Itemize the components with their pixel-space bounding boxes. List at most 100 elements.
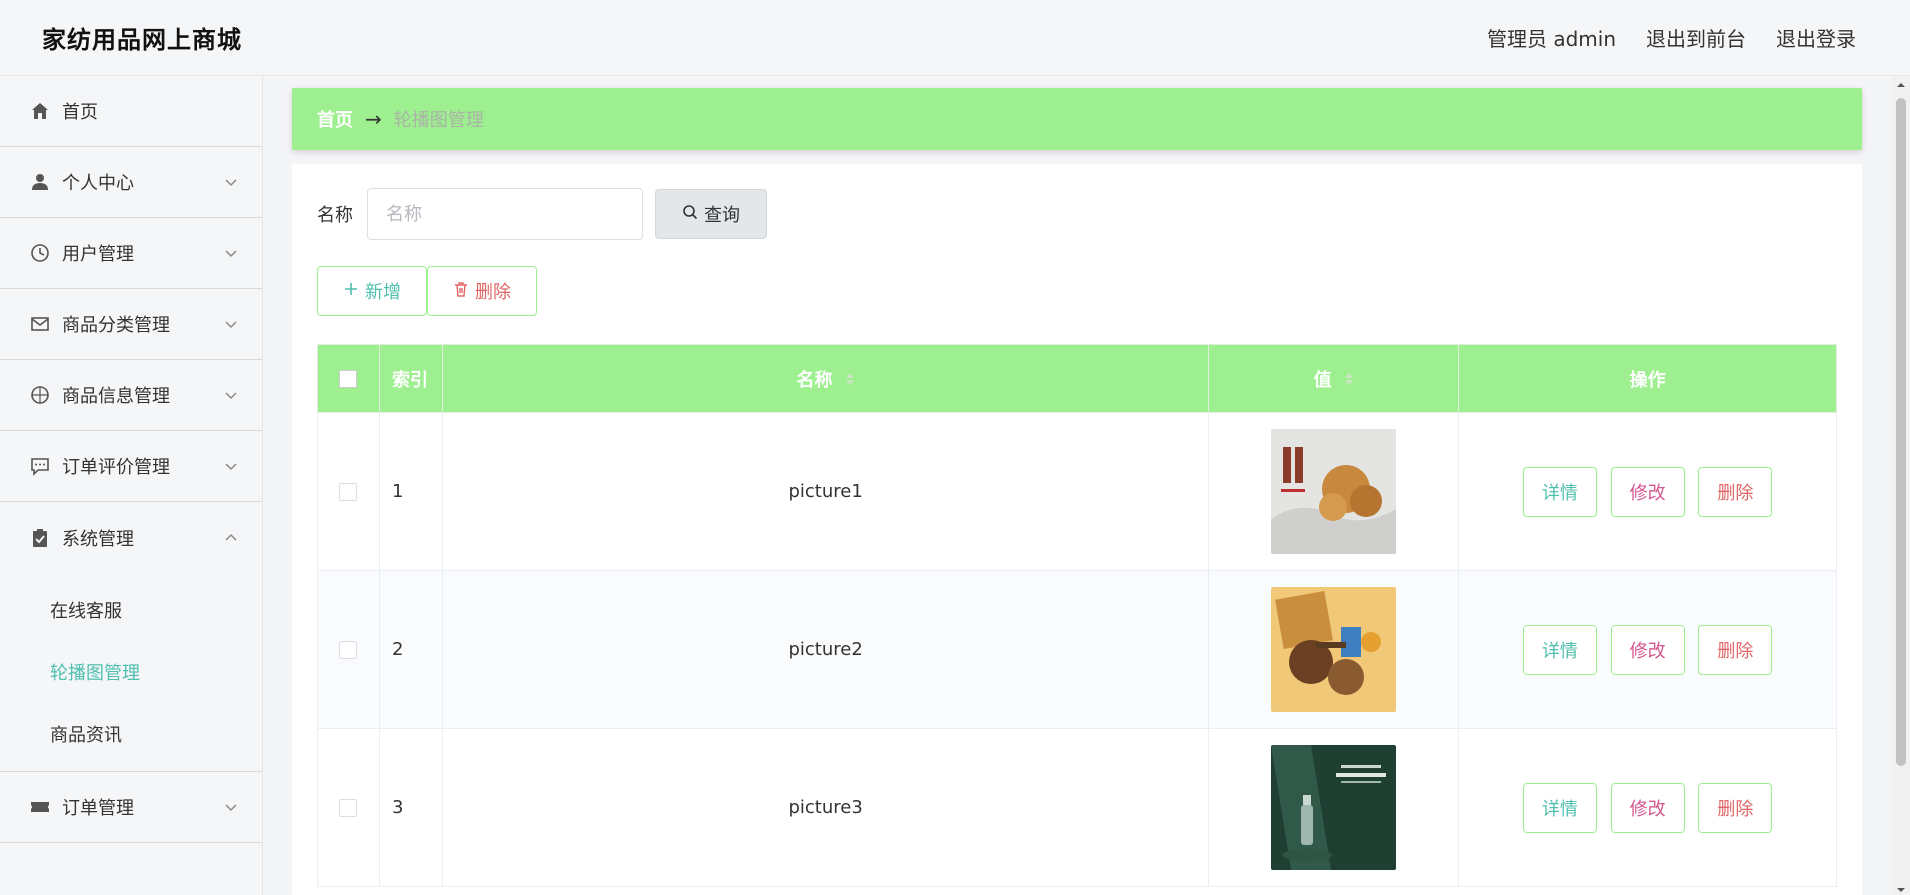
header-actions: 管理员 admin 退出到前台 退出登录 — [1487, 23, 1856, 52]
sidebar-item-personal-center[interactable]: 个人中心 — [0, 147, 262, 218]
search-button[interactable]: 查询 — [655, 189, 767, 239]
sidebar-subitem-news[interactable]: 商品资讯 — [0, 703, 262, 765]
add-button-label: 新增 — [365, 282, 401, 303]
header-name-label: 名称 — [796, 369, 833, 391]
logout-link[interactable]: 退出登录 — [1776, 23, 1856, 52]
delete-button[interactable]: 删除 — [1698, 782, 1773, 833]
batch-delete-button[interactable]: 删除 — [427, 266, 537, 316]
row-actions: 详情 修改 删除 — [1458, 570, 1837, 729]
row-actions: 详情 修改 删除 — [1458, 412, 1837, 571]
sidebar-item-order-management[interactable]: 订单管理 — [0, 772, 262, 843]
select-all-checkbox[interactable] — [339, 370, 358, 388]
top-header: 家纺用品网上商城 管理员 admin 退出到前台 退出登录 — [0, 0, 1910, 76]
trash-icon — [453, 281, 469, 302]
clipboard-icon — [30, 528, 50, 548]
row-checkbox[interactable] — [339, 641, 358, 659]
sidebar-subitem-online-service[interactable]: 在线客服 — [0, 579, 262, 641]
compass-icon — [30, 385, 50, 405]
sidebar-subitem-carousel[interactable]: 轮播图管理 — [0, 641, 262, 703]
sidebar-item-label: 商品信息管理 — [62, 386, 170, 407]
clock-icon — [30, 243, 50, 263]
sidebar-item-label: 订单评价管理 — [62, 457, 170, 478]
user-icon — [30, 172, 50, 192]
row-name: picture3 — [441, 728, 1210, 887]
name-search-input[interactable] — [367, 188, 643, 240]
sidebar-item-label: 订单管理 — [62, 798, 134, 819]
detail-button[interactable]: 详情 — [1522, 466, 1597, 517]
sort-icon[interactable] — [845, 370, 855, 391]
sidebar-item-home[interactable]: 首页 — [0, 76, 262, 147]
scroll-up-icon[interactable] — [1895, 76, 1907, 88]
table-header-row: 索引 名称 值 操作 — [317, 344, 1837, 413]
chevron-down-icon — [224, 800, 238, 814]
sidebar-item-category-management[interactable]: 商品分类管理 — [0, 289, 262, 360]
carousel-table: 索引 名称 值 操作 1 picture1 详情 修改 删除 2 picture… — [317, 344, 1837, 887]
edit-button[interactable]: 修改 — [1610, 782, 1685, 833]
chat-icon — [30, 456, 50, 476]
row-check-cell — [317, 412, 380, 571]
chevron-down-icon — [224, 388, 238, 402]
admin-user-label[interactable]: 管理员 admin — [1487, 23, 1616, 52]
chevron-up-icon — [224, 531, 238, 545]
sidebar-item-label: 系统管理 — [62, 528, 134, 550]
delete-button[interactable]: 删除 — [1698, 466, 1773, 517]
row-index: 3 — [378, 728, 443, 887]
breadcrumb-current: 轮播图管理 — [393, 110, 484, 131]
header-select-all[interactable] — [317, 344, 380, 413]
row-check-cell — [317, 728, 380, 887]
search-label: 名称 — [317, 205, 353, 226]
plus-icon — [343, 281, 359, 302]
breadcrumb: 首页 → 轮播图管理 — [292, 88, 1862, 150]
sidebar-item-label: 用户管理 — [62, 244, 134, 265]
row-value-cell — [1208, 570, 1460, 729]
detail-button[interactable]: 详情 — [1522, 624, 1597, 675]
chevron-down-icon — [224, 175, 238, 189]
scrollbar-thumb[interactable] — [1896, 98, 1906, 766]
row-checkbox[interactable] — [339, 799, 358, 817]
header-index: 索引 — [378, 344, 443, 413]
breadcrumb-arrow-icon: → — [365, 107, 382, 131]
mail-icon — [30, 314, 50, 334]
add-button[interactable]: 新增 — [317, 266, 427, 316]
edit-button[interactable]: 修改 — [1610, 624, 1685, 675]
row-actions: 详情 修改 删除 — [1458, 728, 1837, 887]
sidebar-item-user-management[interactable]: 用户管理 — [0, 218, 262, 289]
scroll-down-icon[interactable] — [1895, 881, 1907, 893]
row-name: picture2 — [441, 570, 1210, 729]
action-row: 新增 删除 — [317, 266, 1837, 316]
row-value-cell — [1208, 728, 1460, 887]
header-ops: 操作 — [1458, 344, 1837, 413]
site-brand: 家纺用品网上商城 — [42, 26, 242, 54]
detail-button[interactable]: 详情 — [1522, 782, 1597, 833]
header-value-label: 值 — [1313, 369, 1332, 391]
sidebar-item-system-management[interactable]: 系统管理 — [0, 502, 262, 573]
sidebar-item-order-review[interactable]: 订单评价管理 — [0, 431, 262, 502]
snack-banner-image[interactable] — [1271, 587, 1397, 712]
table-row: 1 picture1 详情 修改 删除 — [317, 412, 1837, 571]
chevron-down-icon — [224, 317, 238, 331]
exit-to-front-link[interactable]: 退出到前台 — [1646, 23, 1746, 52]
row-value-cell — [1208, 412, 1460, 571]
breadcrumb-home-link[interactable]: 首页 — [317, 106, 353, 132]
row-checkbox[interactable] — [339, 483, 358, 501]
chevron-down-icon — [224, 246, 238, 260]
cosmetic-banner-image[interactable] — [1271, 745, 1397, 870]
table-row: 3 picture3 详情 修改 删除 — [317, 728, 1837, 887]
sort-icon[interactable] — [1344, 370, 1354, 391]
search-row: 名称 查询 — [317, 188, 1837, 240]
row-name: picture1 — [441, 412, 1210, 571]
main-area: 首页 → 轮播图管理 名称 查询 新增 — [292, 88, 1862, 895]
edit-button[interactable]: 修改 — [1610, 466, 1685, 517]
row-check-cell — [317, 570, 380, 729]
header-name[interactable]: 名称 — [441, 344, 1210, 413]
sidebar-item-label: 首页 — [62, 102, 98, 123]
sidebar-item-product-info[interactable]: 商品信息管理 — [0, 360, 262, 431]
chevron-down-icon — [224, 459, 238, 473]
page-scrollbar[interactable] — [1892, 76, 1910, 895]
walnut-banner-image[interactable] — [1271, 429, 1397, 554]
delete-button-label: 删除 — [475, 282, 511, 303]
content-panel: 名称 查询 新增 删除 — [292, 164, 1862, 895]
header-value[interactable]: 值 — [1208, 344, 1460, 413]
delete-button[interactable]: 删除 — [1698, 624, 1773, 675]
system-submenu: 在线客服 轮播图管理 商品资讯 — [0, 573, 262, 772]
